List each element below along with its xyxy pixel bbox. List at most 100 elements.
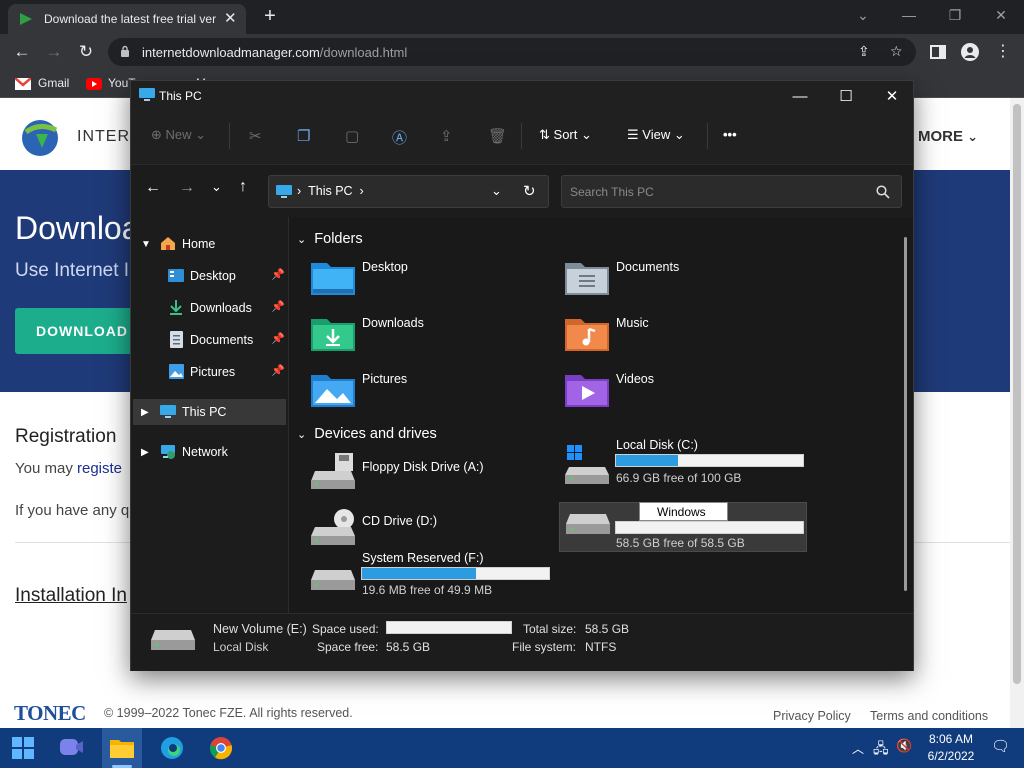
nav-item-desktop[interactable]: Desktop 📌 [131, 263, 287, 289]
file-explorer-taskbar-button[interactable] [102, 728, 142, 768]
share-icon[interactable]: ⇪ [440, 127, 453, 145]
new-tab-button[interactable]: + [258, 4, 282, 28]
details-space-free-label: Space free: [317, 640, 379, 654]
pin-icon[interactable]: 📌 [271, 268, 285, 281]
network-status-icon[interactable]: 🖧 [873, 738, 889, 762]
content-scrollbar[interactable] [904, 237, 907, 591]
teams-chat-icon[interactable] [60, 737, 84, 759]
folder-documents[interactable]: Documents [565, 257, 805, 307]
folder-videos[interactable]: Videos [565, 369, 805, 419]
idm-logo-icon [22, 120, 58, 156]
privacy-link[interactable]: Privacy Policy [773, 709, 851, 723]
details-drive-type: Local Disk [213, 640, 269, 654]
folder-music[interactable]: Music [565, 313, 805, 363]
folder-label: Documents [616, 260, 680, 274]
bookmark-star-icon[interactable]: ☆ [890, 43, 903, 60]
folder-pictures[interactable]: Pictures [311, 369, 551, 419]
lock-icon [121, 45, 129, 57]
nav-item-this-pc[interactable]: ▶ This PC [133, 399, 286, 425]
edge-icon[interactable] [160, 736, 184, 760]
side-panel-icon[interactable] [930, 44, 946, 60]
installation-link[interactable]: Installation In [15, 585, 127, 607]
navigation-pane: ▼ Home Desktop 📌 Downloads 📌 Documents 📌… [131, 217, 289, 613]
drive-label: Floppy Disk Drive (A:) [362, 460, 484, 474]
drive-free-text: 19.6 MB free of 49.9 MB [362, 583, 493, 597]
pin-icon[interactable]: 📌 [271, 332, 285, 345]
view-button[interactable]: ☰ View ⌄ [627, 127, 685, 143]
forward-icon[interactable]: → [179, 179, 195, 197]
taskbar: ︿ 🖧 🔇 8:06 AM 6/2/2022 🗨 [0, 728, 1024, 768]
copy-icon[interactable]: ❐ [297, 127, 310, 145]
desktop-icon [168, 269, 184, 282]
profile-icon[interactable] [961, 43, 979, 61]
explorer-close-button[interactable]: ✕ [869, 85, 915, 109]
more-menu[interactable]: MORE ⌄ [918, 128, 978, 145]
drive-cd-d[interactable]: CD Drive (D:) [311, 507, 551, 555]
minimize-button[interactable]: — [889, 4, 929, 26]
browser-tab[interactable]: Download the latest free trial ver ✕ [8, 4, 246, 34]
explorer-titlebar[interactable]: This PC — ☐ ✕ [131, 81, 913, 111]
content-pane: ⌄ Folders Desktop Documents Downloads Mu… [291, 217, 911, 613]
forward-icon[interactable]: → [41, 40, 67, 64]
nav-item-home[interactable]: ▼ Home [131, 231, 287, 257]
refresh-icon[interactable]: ↻ [523, 182, 536, 200]
scrollbar-thumb[interactable] [1013, 104, 1021, 684]
see-more-button[interactable]: ••• [723, 127, 737, 142]
nav-item-pictures[interactable]: Pictures 📌 [131, 359, 287, 385]
address-box[interactable]: › This PC › ⌄ ↻ [268, 175, 549, 208]
nav-item-documents[interactable]: Documents 📌 [131, 327, 287, 353]
system-clock[interactable]: 8:06 AM 6/2/2022 [912, 731, 990, 765]
close-button[interactable]: ✕ [981, 4, 1021, 26]
address-dropdown-icon[interactable]: ⌄ [491, 183, 502, 199]
restore-button[interactable]: ❐ [935, 4, 975, 26]
bookmark-gmail[interactable]: Gmail [38, 76, 69, 90]
tab-search-icon[interactable]: ⌄ [843, 4, 883, 26]
share-icon[interactable]: ⇪ [858, 43, 870, 60]
breadcrumb[interactable]: › This PC › [297, 184, 364, 198]
folder-downloads[interactable]: Downloads [311, 313, 551, 363]
drive-system-reserved-f[interactable]: System Reserved (F:) 19.6 MB free of 49.… [311, 551, 551, 605]
volume-icon[interactable]: 🔇 [896, 738, 912, 754]
windows-start-icon[interactable] [12, 737, 34, 759]
back-icon[interactable]: ← [9, 40, 35, 64]
nav-item-downloads[interactable]: Downloads 📌 [131, 295, 287, 321]
menu-icon[interactable]: ⋮ [990, 40, 1016, 64]
paste-icon[interactable]: ▢ [345, 127, 359, 145]
details-space-used-label: Space used: [312, 622, 379, 636]
folder-desktop[interactable]: Desktop [311, 257, 551, 307]
reload-icon[interactable]: ↻ [73, 40, 99, 64]
details-usage-bar [386, 621, 512, 634]
folders-group-header[interactable]: ⌄ Folders [297, 231, 363, 247]
page-scrollbar[interactable] [1010, 98, 1024, 728]
explorer-maximize-button[interactable]: ☐ [823, 85, 869, 109]
view-icon: ☰ [627, 127, 639, 142]
pin-icon[interactable]: 📌 [271, 364, 285, 377]
show-hidden-icons[interactable]: ︿ [852, 740, 864, 757]
cut-icon[interactable]: ✂ [249, 127, 262, 145]
address-bar[interactable]: internetdownloadmanager.com/download.htm… [108, 38, 916, 66]
new-button[interactable]: ⊕ New ⌄ [151, 127, 206, 143]
nav-item-network[interactable]: ▶ Network [131, 439, 287, 465]
drive-local-disk-c[interactable]: Local Disk (C:) 66.9 GB free of 100 GB [565, 438, 813, 503]
back-icon[interactable]: ← [145, 179, 161, 197]
devices-group-header[interactable]: ⌄ Devices and drives [297, 426, 437, 442]
register-link[interactable]: registe [77, 460, 122, 477]
sort-button[interactable]: ⇅ Sort ⌄ [539, 127, 592, 143]
search-input[interactable]: Search This PC [561, 175, 902, 208]
drive-new-volume-e[interactable]: Windows 58.5 GB free of 58.5 GB [559, 502, 807, 552]
clock-date: 6/2/2022 [927, 749, 975, 763]
notifications-icon[interactable]: 🗨 [991, 737, 1010, 755]
pin-icon[interactable]: 📌 [271, 300, 285, 313]
terms-link[interactable]: Terms and conditions [870, 709, 988, 723]
drive-label: System Reserved (F:) [362, 551, 484, 565]
recent-locations-icon[interactable]: ⌄ [211, 179, 222, 195]
rename-input[interactable]: Windows [639, 502, 728, 521]
rename-icon[interactable]: Ⓐ [392, 127, 407, 148]
delete-icon[interactable]: 🗑 [488, 127, 507, 145]
chrome-icon[interactable] [209, 736, 233, 760]
explorer-minimize-button[interactable]: — [777, 85, 823, 109]
drive-floppy-a[interactable]: Floppy Disk Drive (A:) [311, 453, 551, 501]
drive-label: Local Disk (C:) [616, 438, 698, 452]
tab-close-icon[interactable]: ✕ [224, 9, 237, 27]
up-icon[interactable]: ↑ [239, 178, 247, 196]
